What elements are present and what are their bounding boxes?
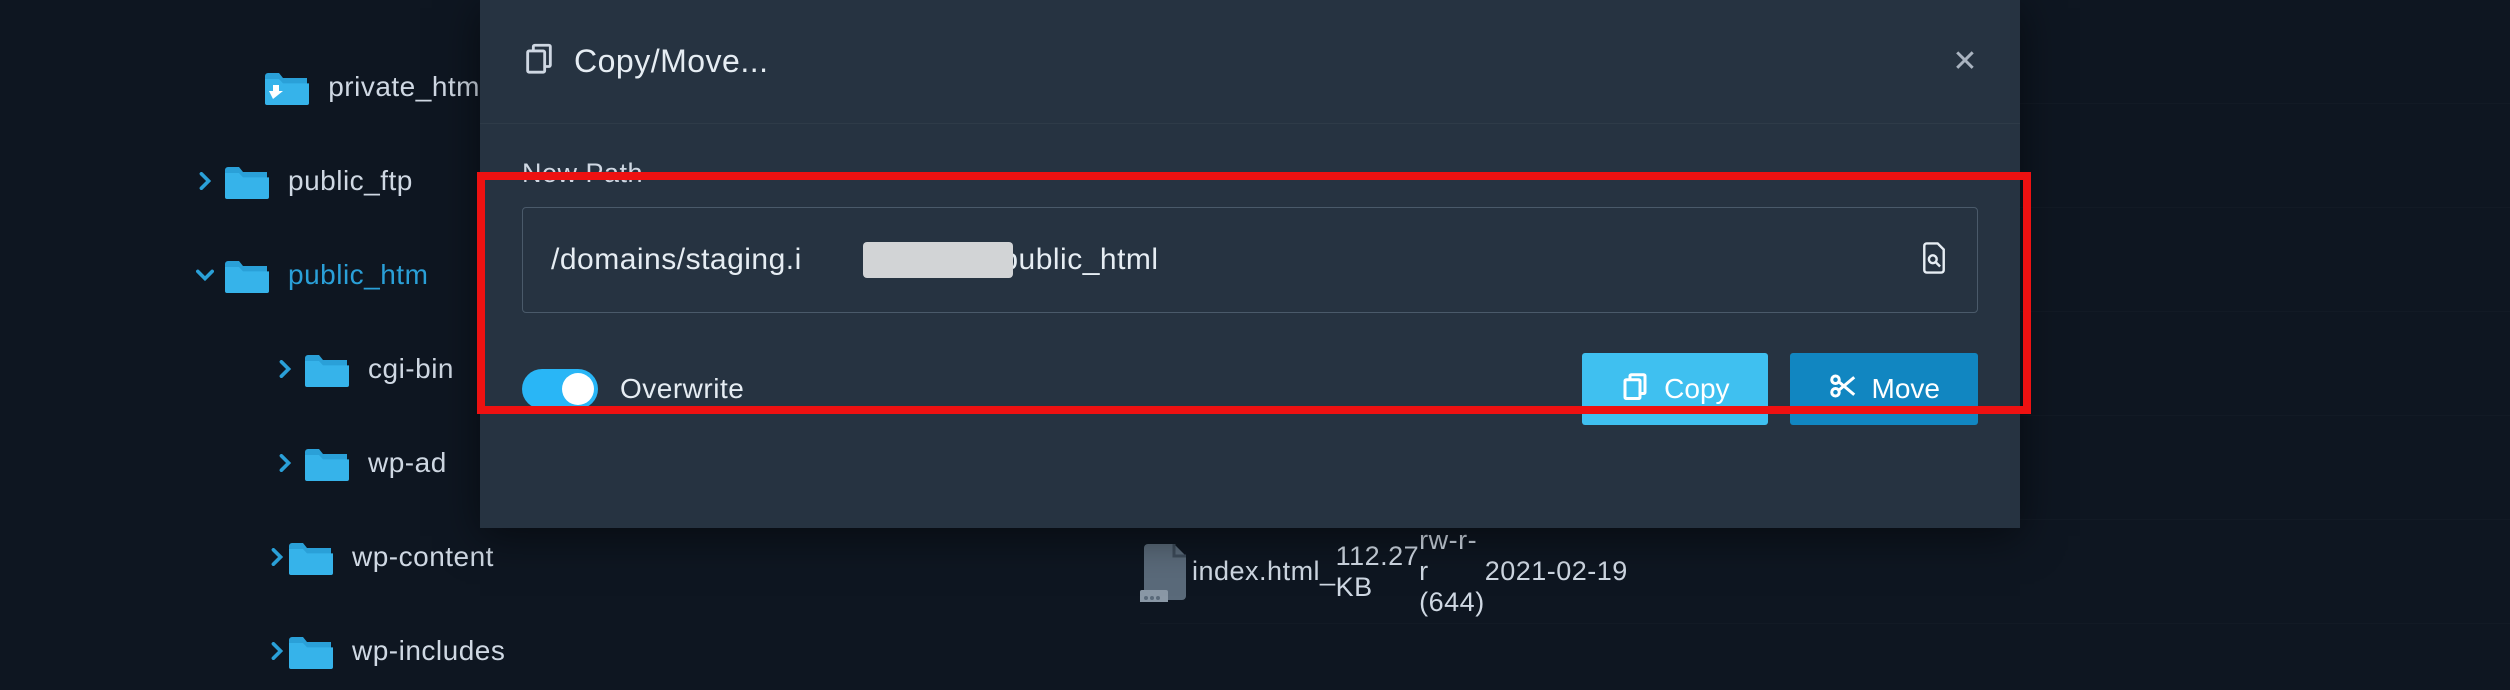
file-date: 2021-02-19: [1485, 556, 2510, 587]
new-path-input[interactable]: [551, 243, 1919, 277]
folder-icon: [222, 255, 272, 295]
tree-item-wp-content[interactable]: wp-content: [0, 510, 480, 604]
tree-item-label: public_htm: [288, 259, 428, 291]
tree-item-public-ftp[interactable]: public_ftp: [0, 134, 480, 228]
tree-item-label: wp-content: [352, 541, 494, 573]
file-icon: [1140, 542, 1192, 602]
folder-icon: [222, 161, 272, 201]
dialog-title: Copy/Move...: [522, 41, 769, 83]
tree-item-private-htm[interactable]: private_htm: [0, 40, 480, 134]
caret-down-icon[interactable]: [188, 266, 222, 284]
folder-icon: [286, 631, 336, 671]
caret-right-icon[interactable]: [268, 548, 286, 566]
caret-right-icon[interactable]: [188, 172, 222, 190]
move-button-label: Move: [1872, 373, 1940, 405]
caret-right-icon[interactable]: [268, 454, 302, 472]
copy-icon: [1620, 371, 1650, 408]
new-path-label: New Path: [522, 158, 1978, 189]
tree-item-wp-ad[interactable]: wp-ad: [0, 416, 480, 510]
caret-right-icon[interactable]: [268, 360, 302, 378]
folder-icon: [286, 537, 336, 577]
tree-item-label: wp-includes: [352, 635, 505, 667]
copy-button[interactable]: Copy: [1582, 353, 1767, 425]
dialog-header: Copy/Move... ✕: [480, 0, 2020, 124]
folder-icon: [302, 349, 352, 389]
close-button[interactable]: ✕: [1952, 44, 1978, 79]
file-permissions: rw-r-r (644): [1419, 525, 1485, 618]
caret-right-icon[interactable]: [268, 642, 286, 660]
dialog-title-text: Copy/Move...: [574, 43, 769, 80]
tree-item-cgi-bin[interactable]: cgi-bin: [0, 322, 480, 416]
browse-path-button[interactable]: [1919, 241, 1949, 280]
tree-item-public-htm[interactable]: public_htm: [0, 228, 480, 322]
copy-documents-icon: [522, 41, 556, 83]
redaction-overlay: [863, 242, 1013, 278]
move-button[interactable]: Move: [1790, 353, 1978, 425]
folder-tree: private_htm public_ftp public_htm cgi-bi…: [0, 0, 480, 690]
file-size: 112.27 KB: [1336, 541, 1420, 603]
file-name: index.html_: [1192, 556, 1336, 587]
new-path-field-wrap[interactable]: [522, 207, 1978, 313]
tree-item-wp-includes[interactable]: wp-includes: [0, 604, 480, 690]
overwrite-toggle[interactable]: [522, 369, 598, 409]
tree-item-label: wp-ad: [368, 447, 447, 479]
overwrite-label: Overwrite: [620, 373, 744, 405]
copy-move-dialog: Copy/Move... ✕ New Path Overwrite: [480, 0, 2020, 528]
scissors-icon: [1828, 371, 1858, 408]
folder-icon: [302, 443, 352, 483]
tree-item-label: public_ftp: [288, 165, 413, 197]
tree-item-label: private_htm: [328, 71, 480, 103]
folder-shortcut-icon: [262, 67, 312, 107]
file-row[interactable]: index.html_112.27 KBrw-r-r (644)2021-02-…: [1140, 520, 2510, 624]
copy-button-label: Copy: [1664, 373, 1729, 405]
tree-item-label: cgi-bin: [368, 353, 454, 385]
